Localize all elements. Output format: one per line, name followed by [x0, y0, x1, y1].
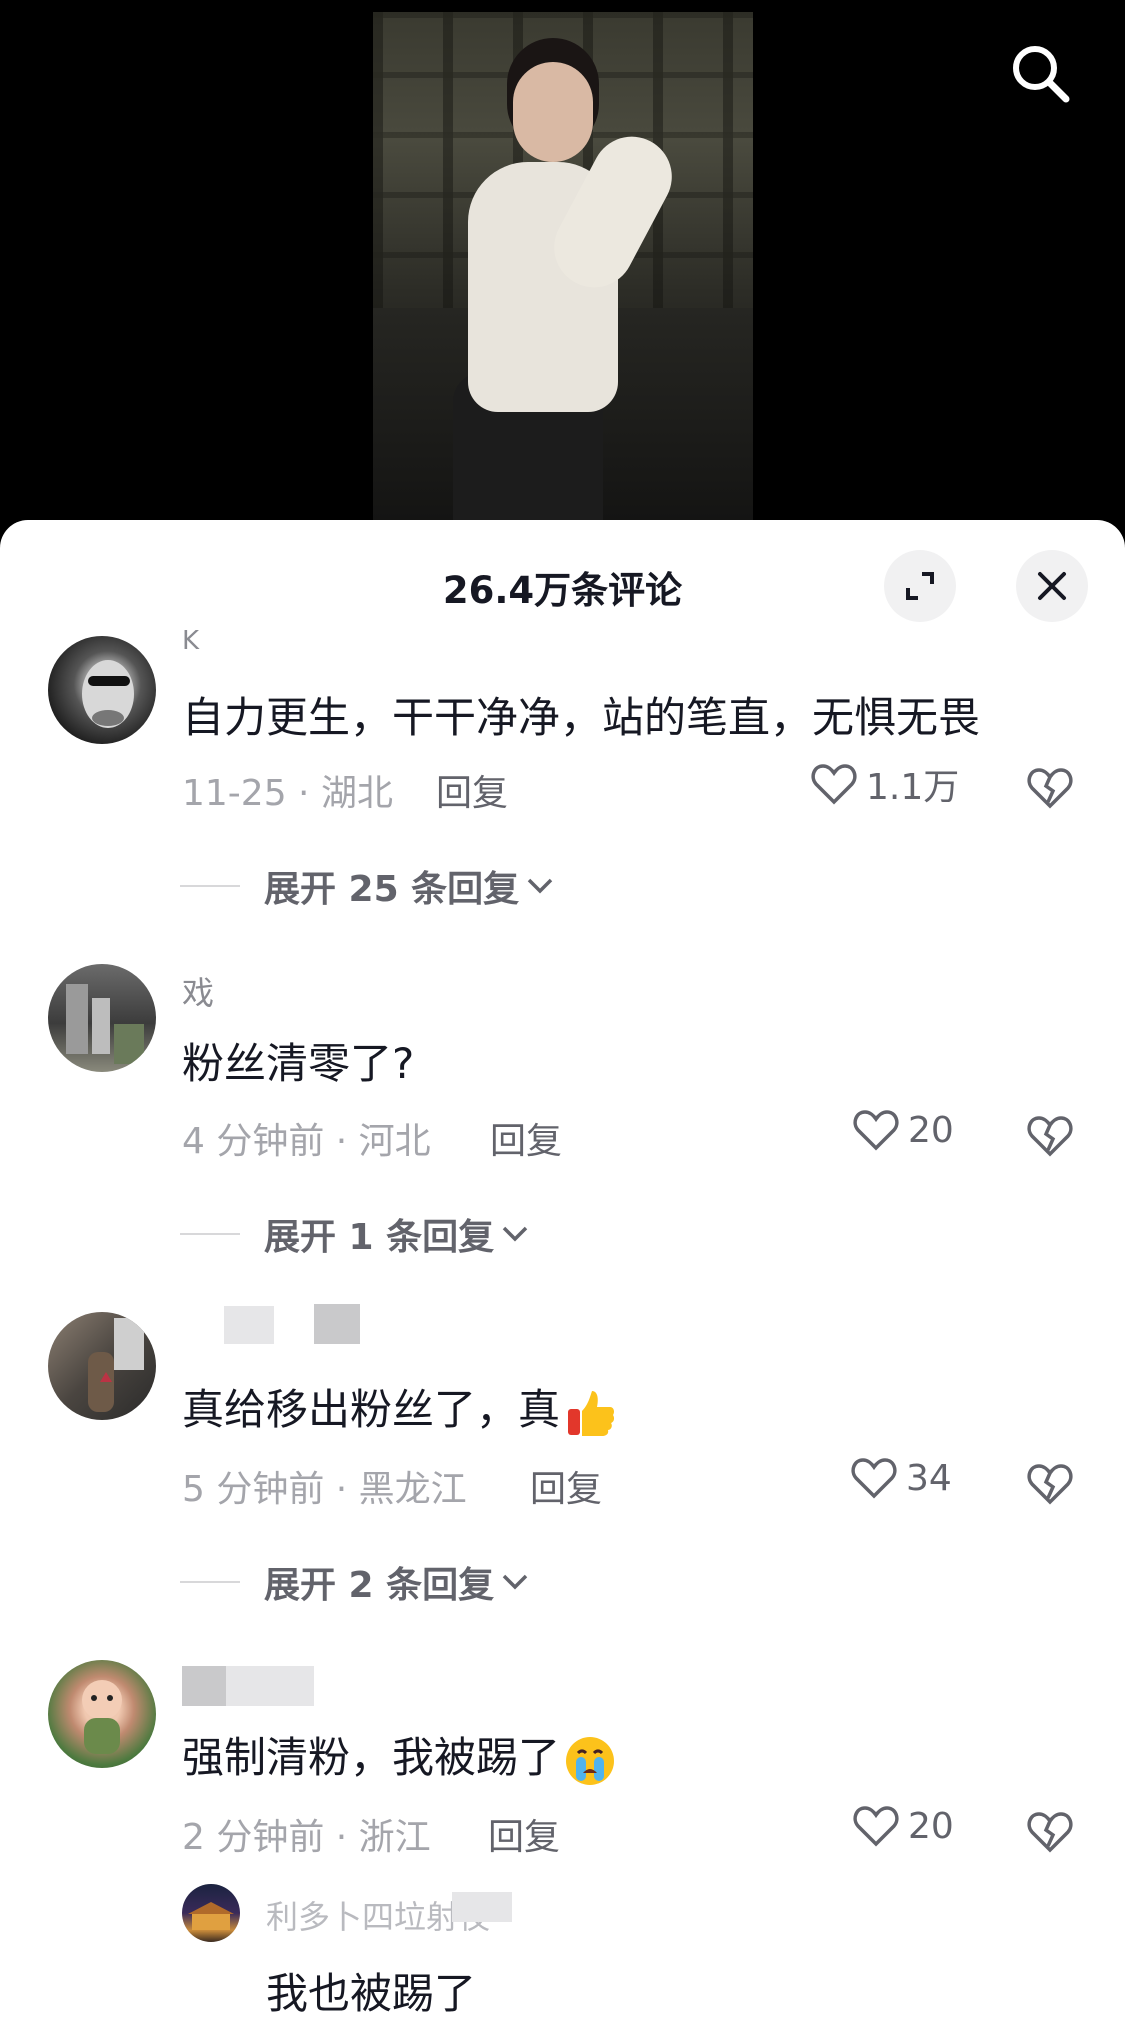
like-count: 20	[908, 1805, 954, 1847]
comment-username[interactable]: K	[182, 626, 199, 656]
expand-icon	[906, 572, 934, 600]
avatar-baby-icon	[82, 1680, 122, 1754]
expand-replies-label: 展开 2 条回复	[264, 1565, 495, 1606]
comments-sheet: 26.4万条评论 K 自力更生，干干净净，站的笔直，无惧无畏 11-25 · 湖…	[0, 520, 1125, 2039]
crying-face-emoji	[566, 1736, 615, 1785]
comment-meta: 5 分钟前 · 黑龙江	[182, 1469, 467, 1510]
person-figure-head	[513, 62, 593, 162]
like-count: 34	[906, 1457, 952, 1499]
broken-heart-icon[interactable]	[1026, 764, 1074, 812]
avatar[interactable]	[48, 964, 156, 1072]
broken-heart-icon[interactable]	[1026, 1460, 1074, 1508]
redacted-username	[224, 1306, 274, 1344]
heart-icon	[853, 1806, 899, 1847]
expand-replies-button[interactable]: 展开 1 条回复	[180, 1208, 532, 1260]
comment-text: 强制清粉，我被踢了	[182, 1724, 616, 1787]
avatar-building-icon	[66, 984, 144, 1064]
comment-text: 真给移出粉丝了，真	[182, 1376, 616, 1439]
sheet-header: 26.4万条评论	[0, 520, 1125, 640]
heart-icon	[853, 1110, 899, 1151]
comment-text: 自力更生，干干净净，站的笔直，无惧无畏	[182, 693, 981, 742]
comment-text: 粉丝清零了?	[182, 1039, 415, 1088]
expand-replies-button[interactable]: 展开 25 条回复	[180, 860, 557, 912]
comment-username[interactable]: 戏	[182, 968, 214, 1014]
avatar[interactable]	[48, 1312, 156, 1420]
chevron-down-icon	[502, 1226, 528, 1242]
heart-icon	[811, 764, 857, 805]
avatar[interactable]	[48, 636, 156, 744]
expand-button[interactable]	[884, 550, 956, 622]
reply-button[interactable]: 回复	[488, 1808, 560, 1860]
expand-replies-label: 展开 25 条回复	[264, 869, 520, 910]
reply-text: 我也被踢了	[266, 1969, 477, 2018]
chevron-down-icon	[502, 1574, 528, 1590]
like-button[interactable]: 20	[852, 1106, 954, 1154]
divider-line	[180, 885, 240, 887]
avatar-face-icon	[82, 660, 134, 728]
divider-line	[180, 1233, 240, 1235]
comment-meta: 4 分钟前 · 河北	[182, 1121, 431, 1162]
thumbs-up-emoji	[568, 1390, 615, 1436]
like-button[interactable]: 1.1万	[810, 758, 959, 810]
avatar-palace-icon	[188, 1902, 234, 1930]
avatar-photo-icon	[88, 1318, 144, 1412]
heart-icon	[851, 1458, 897, 1499]
divider-line	[180, 1581, 240, 1583]
avatar[interactable]	[48, 1660, 156, 1768]
like-button[interactable]: 20	[852, 1802, 954, 1850]
search-button[interactable]	[1005, 38, 1075, 108]
redacted-username	[314, 1304, 360, 1344]
video-thumbnail[interactable]	[373, 12, 753, 522]
expand-replies-button[interactable]: 展开 2 条回复	[180, 1556, 532, 1608]
search-icon	[1013, 46, 1070, 103]
close-button[interactable]	[1016, 550, 1088, 622]
reply-avatar[interactable]	[182, 1884, 240, 1942]
broken-heart-icon[interactable]	[1026, 1112, 1074, 1160]
comment-meta: 11-25 · 湖北	[182, 773, 393, 814]
video-area[interactable]	[0, 0, 1125, 540]
reply-button[interactable]: 回复	[490, 1112, 562, 1164]
redacted-username	[226, 1666, 314, 1706]
reply-button[interactable]: 回复	[530, 1460, 602, 1512]
redacted-username	[452, 1892, 512, 1922]
like-count: 20	[908, 1109, 954, 1151]
close-icon	[1038, 572, 1066, 600]
comment-text-body: 强制清粉，我被踢了	[182, 1733, 561, 1782]
comment-meta: 2 分钟前 · 浙江	[182, 1817, 431, 1858]
redacted-username	[182, 1666, 226, 1706]
broken-heart-icon[interactable]	[1026, 1808, 1074, 1856]
comment-text-body: 真给移出粉丝了，真	[182, 1385, 561, 1434]
like-count: 1.1万	[866, 767, 960, 808]
reply-button[interactable]: 回复	[436, 764, 508, 816]
like-button[interactable]: 34	[850, 1454, 952, 1502]
chevron-down-icon	[527, 878, 553, 894]
expand-replies-label: 展开 1 条回复	[264, 1217, 495, 1258]
comment-count-title: 26.4万条评论	[442, 569, 683, 612]
